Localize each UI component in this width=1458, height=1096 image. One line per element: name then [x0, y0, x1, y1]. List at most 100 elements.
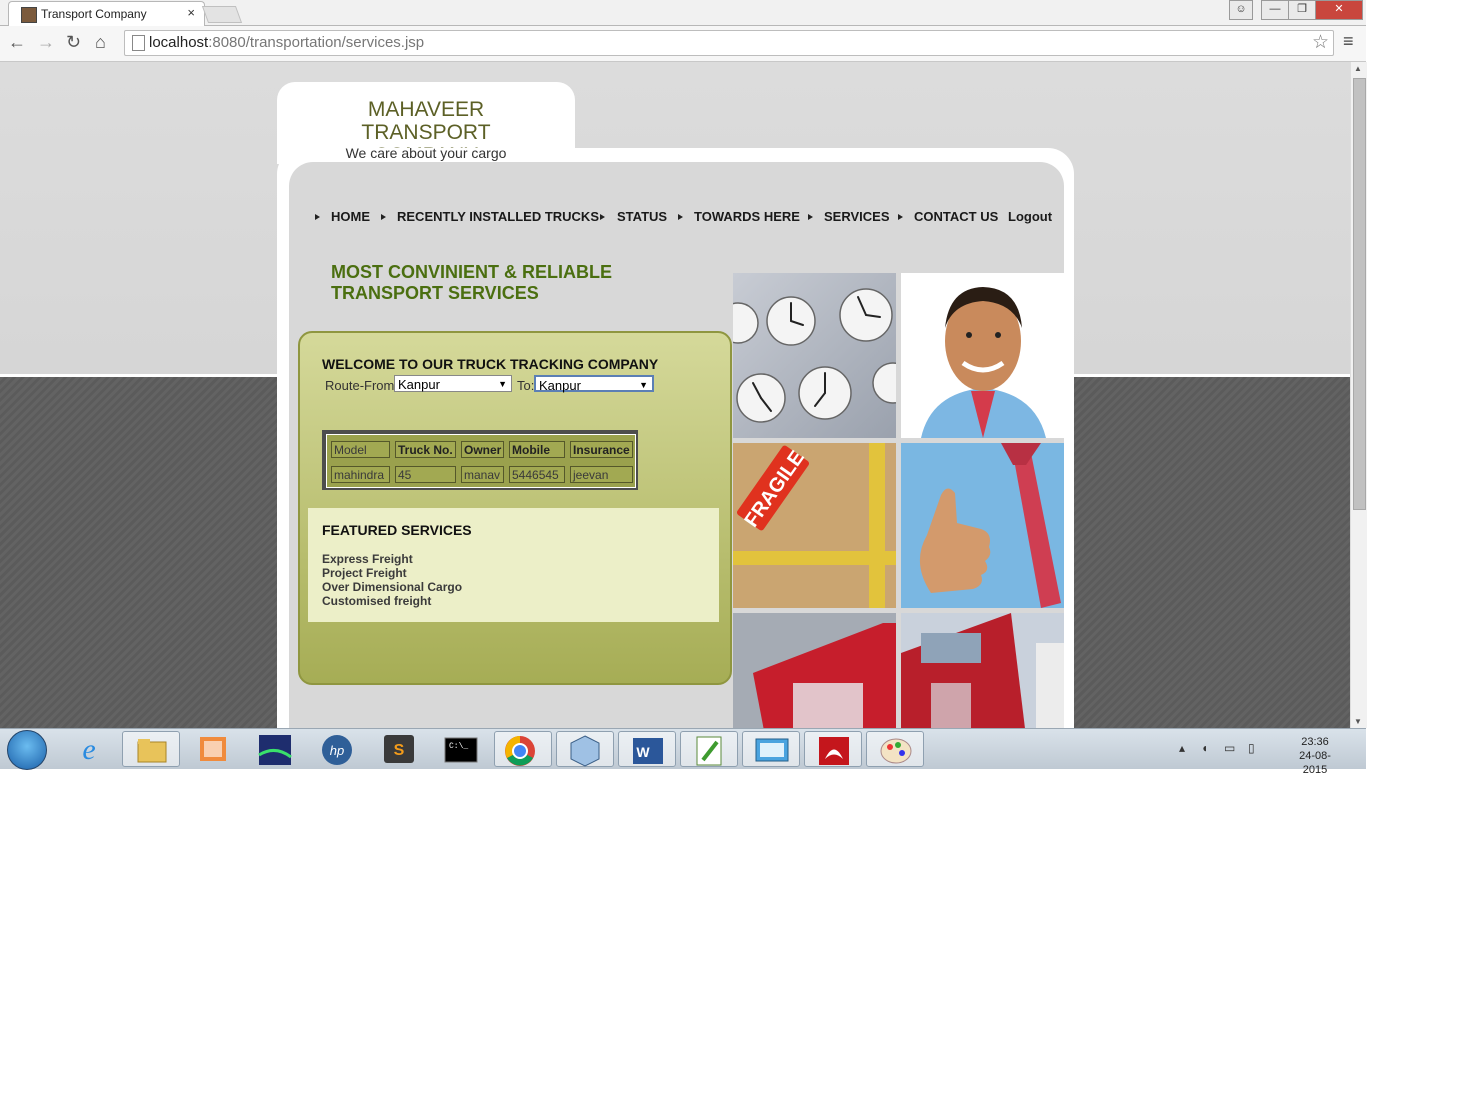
- volume-icon[interactable]: ◖: [1201, 741, 1208, 755]
- close-window-button[interactable]: ✕: [1315, 0, 1363, 20]
- nav-status[interactable]: STATUS: [617, 209, 667, 224]
- forward-icon[interactable]: →: [37, 31, 55, 53]
- route-to-label: To:: [517, 378, 535, 393]
- network-icon[interactable]: ▭: [1224, 741, 1235, 755]
- list-item: Customised freight: [322, 594, 432, 608]
- scrollbar-thumb[interactable]: [1353, 78, 1366, 510]
- tracking-title: WELCOME TO OUR TRUCK TRACKING COMPANY: [322, 356, 659, 372]
- file-explorer-icon[interactable]: [122, 731, 180, 767]
- table-cell-mobile: 5446545: [509, 466, 565, 483]
- svg-text:C:\_: C:\_: [449, 742, 468, 751]
- tagline: We care about your cargo: [345, 145, 507, 161]
- taskbar: e hp S C:\_ W ▴ ◖ ▭ ▯ 23:36 24-08-2015: [0, 728, 1366, 776]
- nav-recently-installed-trucks[interactable]: RECENTLY INSTALLED TRUCKS: [397, 209, 599, 224]
- app-launcher-icon[interactable]: [184, 731, 242, 767]
- close-tab-icon[interactable]: ×: [187, 5, 195, 20]
- url-text: localhost:8080/transportation/services.j…: [149, 34, 425, 51]
- notepad-plus-plus-icon[interactable]: [680, 731, 738, 767]
- back-icon[interactable]: ←: [8, 31, 26, 53]
- command-prompt-icon[interactable]: C:\_: [432, 731, 490, 767]
- paint-icon[interactable]: [866, 731, 924, 767]
- scroll-up-icon[interactable]: ▲: [1354, 64, 1362, 73]
- list-item: Over Dimensional Cargo: [322, 580, 463, 594]
- table-header-insurance: Insurance: [570, 441, 633, 458]
- favicon-icon: [21, 7, 37, 23]
- clocks-image: [733, 273, 896, 438]
- thumbs-up-image: [901, 443, 1064, 608]
- page-icon: [132, 35, 145, 51]
- page-headline: MOST CONVINIENT & RELIABLE TRANSPORT SER…: [331, 262, 612, 304]
- featured-services-title: FEATURED SERVICES: [322, 522, 472, 538]
- nav-bullet-icon: [678, 214, 683, 220]
- nav-bullet-icon: [315, 214, 320, 220]
- featured-services-box: FEATURED SERVICES Express Freight Projec…: [308, 508, 719, 622]
- internet-explorer-icon[interactable]: e: [60, 731, 118, 767]
- image-gallery: FRAGILE: [733, 273, 1064, 728]
- featured-services-list: Express Freight Project Freight Over Dim…: [322, 552, 462, 608]
- table-header-model: Model: [331, 441, 390, 458]
- table-header-truck-no: Truck No.: [395, 441, 456, 458]
- nav-home[interactable]: HOME: [331, 209, 370, 224]
- headline-line-2: TRANSPORT SERVICES: [331, 283, 539, 303]
- table-cell-model: mahindra: [331, 466, 390, 483]
- remote-desktop-icon[interactable]: [742, 731, 800, 767]
- route-from-label: Route-From:: [325, 378, 398, 393]
- minimize-button[interactable]: —: [1261, 0, 1289, 20]
- route-to-select[interactable]: Kanpur ▼: [534, 375, 654, 393]
- table-header-mobile: Mobile: [509, 441, 565, 458]
- browser-tab[interactable]: Transport Company ×: [8, 1, 205, 26]
- nav-bullet-icon: [808, 214, 813, 220]
- nav-towards-here[interactable]: TOWARDS HERE: [694, 209, 800, 224]
- menu-icon[interactable]: ≡: [1343, 31, 1354, 52]
- truck-table: Model Truck No. Owner Mobile Insurance m…: [322, 430, 638, 490]
- fragile-box-image: FRAGILE: [733, 443, 896, 608]
- nav-logout[interactable]: Logout: [1008, 209, 1052, 224]
- media-player-icon[interactable]: [246, 731, 304, 767]
- profile-icon[interactable]: ☺: [1229, 0, 1253, 20]
- nav-bullet-icon: [898, 214, 903, 220]
- red-truck-image-1: [733, 613, 896, 728]
- system-clock[interactable]: 23:36 24-08-2015: [1290, 735, 1340, 777]
- chrome-icon[interactable]: [494, 731, 552, 767]
- sublime-text-icon[interactable]: S: [370, 731, 428, 767]
- nav-services[interactable]: SERVICES: [824, 209, 890, 224]
- browser-toolbar: ← → ↻ ⌂ localhost:8080/transportation/se…: [0, 26, 1366, 62]
- route-from-value: Kanpur: [398, 377, 440, 392]
- nav-bullet-icon: [381, 214, 386, 220]
- list-item: Express Freight: [322, 552, 413, 566]
- acrobat-reader-icon[interactable]: [804, 731, 862, 767]
- browser-tab-strip: Transport Company × ☺ — ❐ ✕: [0, 0, 1366, 26]
- red-truck-image-2: [901, 613, 1064, 728]
- home-icon[interactable]: ⌂: [95, 31, 106, 53]
- new-tab-button[interactable]: [201, 6, 243, 23]
- dropdown-arrow-icon: ▼: [639, 380, 648, 390]
- table-cell-owner: manav: [461, 466, 504, 483]
- maximize-button[interactable]: ❐: [1288, 0, 1316, 20]
- table-cell-insurance: jeevan: [570, 466, 633, 483]
- clock-time: 23:36: [1301, 736, 1329, 748]
- headline-line-1: MOST CONVINIENT & RELIABLE: [331, 262, 613, 282]
- tab-title: Transport Company: [41, 7, 147, 21]
- route-from-select[interactable]: Kanpur ▼: [394, 375, 512, 392]
- nav-bullet-icon: [600, 214, 605, 220]
- smiling-man-image: [901, 273, 1064, 438]
- start-button[interactable]: [7, 730, 47, 770]
- show-hidden-icons-icon[interactable]: ▴: [1179, 741, 1185, 755]
- svg-text:S: S: [394, 742, 405, 759]
- svg-text:W: W: [636, 744, 650, 760]
- clock-date: 24-08-2015: [1299, 750, 1331, 776]
- route-to-value: Kanpur: [539, 378, 581, 393]
- table-header-owner: Owner: [461, 441, 504, 458]
- reload-icon[interactable]: ↻: [66, 31, 81, 53]
- scroll-down-icon[interactable]: ▼: [1354, 717, 1362, 726]
- bookmark-star-icon[interactable]: ☆: [1312, 31, 1329, 54]
- virtualbox-icon[interactable]: [556, 731, 614, 767]
- address-bar[interactable]: localhost:8080/transportation/services.j…: [124, 30, 1334, 56]
- word-icon[interactable]: W: [618, 731, 676, 767]
- nav-contact-us[interactable]: CONTACT US: [914, 209, 998, 224]
- svg-text:hp: hp: [330, 743, 344, 758]
- truck-table-grid: Model Truck No. Owner Mobile Insurance m…: [326, 434, 636, 488]
- power-icon[interactable]: ▯: [1248, 741, 1255, 755]
- vertical-scrollbar[interactable]: ▲ ▼: [1350, 62, 1367, 728]
- hp-tool-icon[interactable]: hp: [308, 731, 366, 767]
